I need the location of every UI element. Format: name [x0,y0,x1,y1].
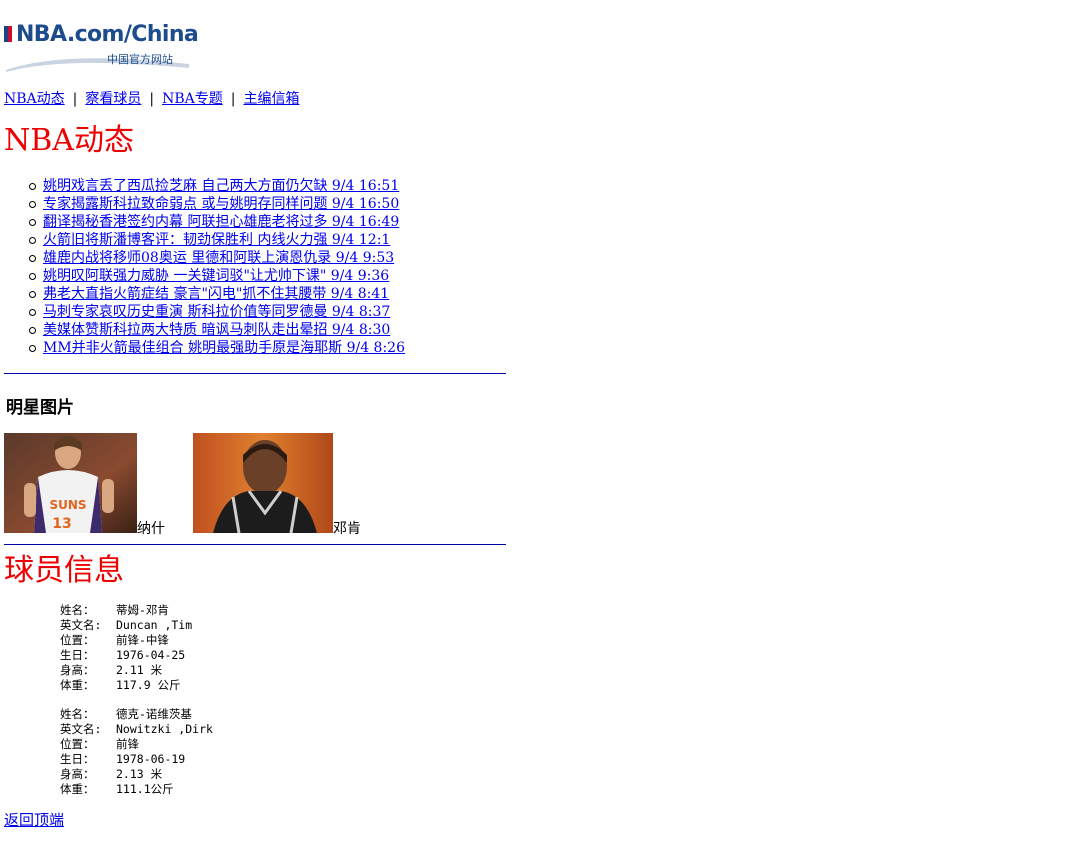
back-to-top-link[interactable]: 返回顶端 [4,809,64,830]
info-row: 英文名: Nowitzki ,Dirk [60,722,213,737]
logo-text: NBA.com/China [16,22,199,47]
info-label: 生日： [60,752,95,766]
info-row: 姓名： 德克-诺维茨基 [60,707,213,722]
news-link[interactable]: 马刺专家哀叹历史重演 斯科拉价值等同罗德曼 9/4 8:37 [43,304,390,320]
news-link[interactable]: 翻译揭秘香港签约内幕 阿联担心雄鹿老将过多 9/4 16:49 [43,214,399,230]
info-value: Nowitzki ,Dirk [116,722,213,736]
nash-caption: 纳什 [137,521,165,537]
news-link[interactable]: 美媒体赞斯科拉两大特质 暗讽马刺队走出晕招 9/4 8:30 [43,322,390,338]
info-label: 姓名： [60,603,95,617]
svg-text:13: 13 [52,516,71,532]
logo-subtitle: 中国官方网站 [107,53,173,66]
divider [4,544,506,545]
info-label: 位置： [60,737,95,751]
news-list-item: MM并非火箭最佳组合 姚明最强助手原是海耶斯 9/4 8:26 [29,339,405,357]
info-row: 体重： 117.9 公斤 [60,678,192,693]
info-row: 姓名： 蒂姆-邓肯 [60,603,192,618]
news-link[interactable]: 姚明戏言丢了西瓜捡芝麻 自己两大方面仍欠缺 9/4 16:51 [43,178,399,194]
info-row: 英文名: Duncan ,Tim [60,618,192,633]
news-list-item: 翻译揭秘香港签约内幕 阿联担心雄鹿老将过多 9/4 16:49 [29,213,405,231]
info-row: 体重： 111.1公斤 [60,782,213,797]
star-photos-title: 明星图片 [6,398,74,418]
player-info-block: 姓名： 德克-诺维茨基 英文名: Nowitzki ,Dirk 位置： 前锋 生日： 1… [60,707,213,797]
news-list-item: 火箭旧将斯潘博客评：韧劲保胜利 内线火力强 9/4 12:1 [29,231,405,249]
news-link[interactable]: 雄鹿内战将移师08奥运 里德和阿联上演恩仇录 9/4 9:53 [43,250,394,266]
info-label: 位置： [60,633,95,647]
info-value: 117.9 公斤 [116,678,181,692]
duncan-caption: 邓肯 [333,521,361,537]
info-value: 前锋-中锋 [116,633,169,647]
nav-link-topics[interactable]: NBA专题 [162,91,223,107]
nav-link-players[interactable]: 察看球员 [85,91,141,107]
info-label: 英文名: [60,618,102,632]
news-link[interactable]: 弗老大直指火箭症结 豪言"闪电"抓不住其腰带 9/4 8:41 [43,286,389,302]
news-list-item: 姚明戏言丢了西瓜捡芝麻 自己两大方面仍欠缺 9/4 16:51 [29,177,405,195]
info-value: Duncan ,Tim [116,618,193,632]
duncan-photo-image [193,433,333,533]
info-label: 英文名: [60,722,102,736]
info-value: 2.11 米 [116,663,163,677]
top-nav: NBA动态 | 察看球员 | NBA专题 | 主编信箱 [4,88,299,108]
nash-photo[interactable]: SUNS 13 [4,433,137,533]
news-link[interactable]: 专家揭露斯科拉致命弱点 或与姚明存同样问题 9/4 16:50 [43,196,399,212]
info-label: 体重： [60,678,95,692]
nav-separator: | [230,91,236,107]
news-list-item: 专家揭露斯科拉致命弱点 或与姚明存同样问题 9/4 16:50 [29,195,405,213]
divider [4,373,506,374]
news-link[interactable]: MM并非火箭最佳组合 姚明最强助手原是海耶斯 9/4 8:26 [43,340,405,356]
info-row: 位置： 前锋-中锋 [60,633,192,648]
news-list-item: 马刺专家哀叹历史重演 斯科拉价值等同罗德曼 9/4 8:37 [29,303,405,321]
info-label: 体重： [60,782,95,796]
info-label: 姓名： [60,707,95,721]
duncan-photo[interactable] [193,433,333,533]
info-value: 111.1公斤 [116,782,174,796]
news-section-title: NBA动态 [4,123,134,158]
player-section-title: 球员信息 [4,553,124,588]
news-list: 姚明戏言丢了西瓜捡芝麻 自己两大方面仍欠缺 9/4 16:51 专家揭露斯科拉致… [20,177,405,357]
info-row: 身高： 2.13 米 [60,767,213,782]
info-value: 1978-06-19 [116,752,186,766]
info-row: 生日： 1978-06-19 [60,752,213,767]
info-label: 身高： [60,767,95,781]
news-list-item: 弗老大直指火箭症结 豪言"闪电"抓不住其腰带 9/4 8:41 [29,285,405,303]
news-link[interactable]: 火箭旧将斯潘博客评：韧劲保胜利 内线火力强 9/4 12:1 [43,232,390,248]
nav-separator: | [72,91,78,107]
info-row: 身高： 2.11 米 [60,663,192,678]
info-value: 前锋 [116,737,139,751]
nash-photo-image: SUNS 13 [4,433,137,533]
info-value: 德克-诺维茨基 [116,707,192,721]
info-value: 2.13 米 [116,767,163,781]
news-list-item: 美媒体赞斯科拉两大特质 暗讽马刺队走出晕招 9/4 8:30 [29,321,405,339]
nav-link-editor-mailbox[interactable]: 主编信箱 [243,91,299,107]
info-row: 位置： 前锋 [60,737,213,752]
svg-text:SUNS: SUNS [49,498,86,512]
info-label: 身高： [60,663,95,677]
info-value: 1976-04-25 [116,648,186,662]
player-info-block: 姓名： 蒂姆-邓肯 英文名: Duncan ,Tim 位置： 前锋-中锋 生日： 197… [60,603,192,693]
page: NBA.com/China 中国官方网站 NBA动态 | 察看球员 | NBA专题 | 主编… [0,0,1076,868]
news-link[interactable]: 姚明叹阿联强力威胁 一关键词驳"让尤帅下课" 9/4 9:36 [43,268,389,284]
nav-link-nba-news[interactable]: NBA动态 [4,91,65,107]
news-list-item: 姚明叹阿联强力威胁 一关键词驳"让尤帅下课" 9/4 9:36 [29,267,405,285]
news-list-item: 雄鹿内战将移师08奥运 里德和阿联上演恩仇录 9/4 9:53 [29,249,405,267]
info-value: 蒂姆-邓肯 [116,603,169,617]
info-label: 生日： [60,648,95,662]
nba-china-logo[interactable]: NBA.com/China 中国官方网站 [4,20,199,72]
info-row: 生日： 1976-04-25 [60,648,192,663]
nav-separator: | [149,91,155,107]
